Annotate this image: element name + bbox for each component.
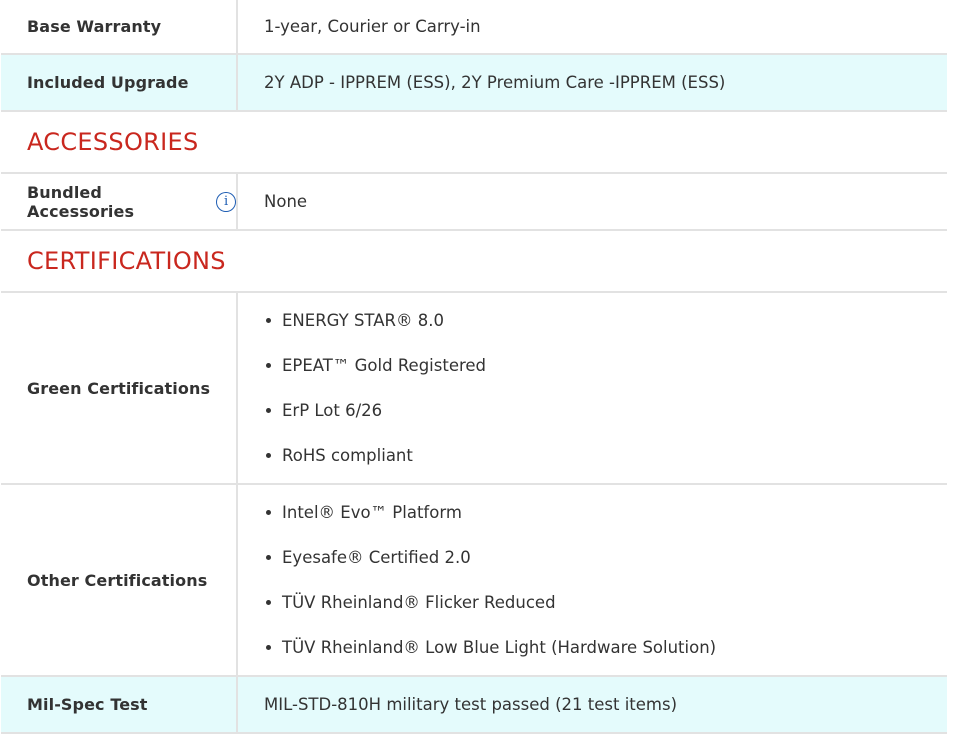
spec-label: Included Upgrade (1, 55, 238, 110)
list-item: ErP Lot 6/26 (264, 388, 486, 433)
spec-value: 1-year, Courier or Carry-in (264, 17, 481, 36)
spec-row-mil-spec-test: Mil-Spec Test MIL-STD-810H military test… (1, 677, 947, 734)
spec-label: Mil-Spec Test (1, 677, 238, 732)
section-title-certifications: CERTIFICATIONS (1, 231, 947, 293)
spec-value: 2Y ADP - IPPREM (ESS), 2Y Premium Care -… (264, 73, 726, 92)
info-icon[interactable]: i (216, 191, 236, 212)
spec-label: Other Certifications (1, 485, 238, 675)
spec-row-bundled-accessories: Bundled Accessories i None (1, 174, 947, 231)
spec-table: Base Warranty 1-year, Courier or Carry-i… (1, 0, 947, 734)
spec-label-with-info: Bundled Accessories i (1, 174, 238, 229)
list-item: EPEAT™ Gold Registered (264, 343, 486, 388)
list-item: TÜV Rheinland® Flicker Reduced (264, 580, 716, 625)
spec-value-list: ENERGY STAR® 8.0 EPEAT™ Gold Registered … (238, 293, 947, 483)
spec-row-included-upgrade: Included Upgrade 2Y ADP - IPPREM (ESS), … (1, 55, 947, 112)
bullet-list: ENERGY STAR® 8.0 EPEAT™ Gold Registered … (264, 298, 486, 478)
spec-label: Bundled Accessories (27, 182, 135, 221)
spec-value: None (264, 192, 308, 211)
section-title-accessories: ACCESSORIES (1, 112, 947, 174)
list-item: TÜV Rheinland® Low Blue Light (Hardware … (264, 625, 716, 670)
spec-row-base-warranty: Base Warranty 1-year, Courier or Carry-i… (1, 0, 947, 55)
spec-value: MIL-STD-810H military test passed (21 te… (264, 695, 678, 714)
spec-row-other-certifications: Other Certifications Intel® Evo™ Platfor… (1, 485, 947, 677)
spec-label: Base Warranty (1, 0, 238, 53)
list-item: Eyesafe® Certified 2.0 (264, 535, 716, 580)
list-item: ENERGY STAR® 8.0 (264, 298, 486, 343)
bullet-list: Intel® Evo™ Platform Eyesafe® Certified … (264, 490, 716, 670)
spec-row-green-certifications: Green Certifications ENERGY STAR® 8.0 EP… (1, 293, 947, 485)
spec-label: Green Certifications (1, 293, 238, 483)
spec-value-list: Intel® Evo™ Platform Eyesafe® Certified … (238, 485, 947, 675)
list-item: Intel® Evo™ Platform (264, 490, 716, 535)
list-item: RoHS compliant (264, 433, 486, 478)
